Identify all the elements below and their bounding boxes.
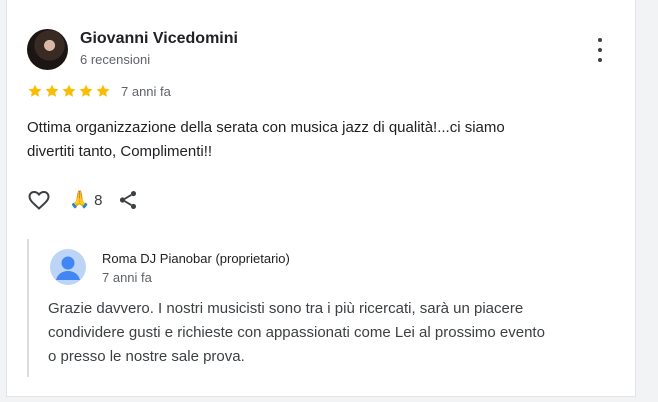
more-options-button[interactable] — [592, 38, 608, 62]
reaction-chip[interactable]: 🙏 8 — [69, 190, 103, 210]
review-time: 7 anni fa — [121, 83, 171, 99]
owner-reply: Roma DJ Pianobar (proprietario) 7 anni f… — [27, 239, 619, 377]
reply-text-line: o presso le nostre sale prova. — [48, 348, 245, 365]
owner-reply-time: 7 anni fa — [102, 270, 152, 285]
owner-reply-text: Grazie davvero. I nostri musicisti sono … — [48, 297, 608, 369]
share-icon[interactable] — [117, 189, 139, 211]
reviewer-avatar[interactable] — [27, 29, 68, 70]
star-icon — [79, 84, 93, 97]
review-text: Ottima organizzazione della serata con m… — [27, 116, 617, 164]
rating-row: 7 anni fa — [27, 82, 171, 100]
star-icon — [28, 84, 42, 97]
star-icon — [62, 84, 76, 97]
reviewer-review-count: 6 recensioni — [80, 52, 151, 67]
owner-name: Roma DJ Pianobar (proprietario) — [102, 251, 290, 266]
person-icon — [56, 256, 80, 280]
reply-text-line: condividere gusti e richieste con appass… — [48, 324, 545, 341]
reaction-count: 8 — [94, 191, 103, 209]
star-icon — [96, 84, 110, 97]
star-rating — [27, 83, 111, 99]
reply-text-line: Grazie davvero. I nostri musicisti sono … — [48, 300, 524, 317]
review-card: Giovanni Vicedomini 6 recensioni 7 anni … — [6, 0, 636, 397]
folded-hands-icon: 🙏 — [69, 190, 91, 209]
star-icon — [45, 84, 59, 97]
reviewer-name[interactable]: Giovanni Vicedomini — [80, 30, 238, 48]
owner-avatar[interactable] — [50, 249, 86, 285]
more-vert-icon — [598, 38, 602, 42]
review-actions: 🙏 8 — [27, 187, 139, 213]
review-text-line: Ottima organizzazione della serata con m… — [27, 119, 505, 136]
review-text-line: divertiti tanto, Complimenti!! — [27, 143, 213, 160]
heart-outline-icon[interactable] — [27, 188, 51, 212]
